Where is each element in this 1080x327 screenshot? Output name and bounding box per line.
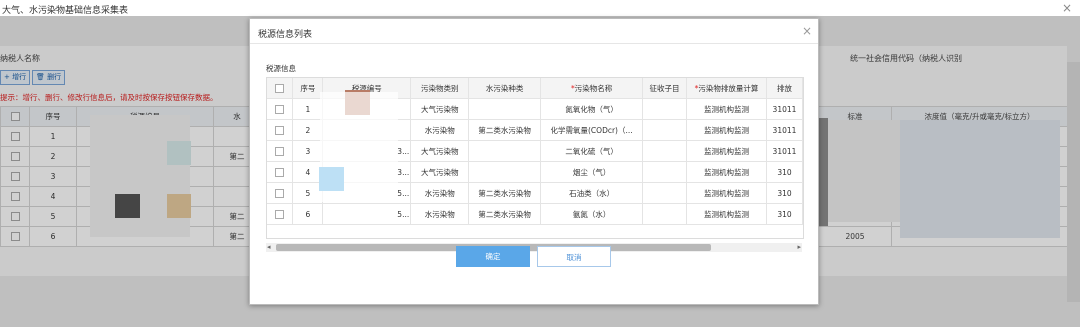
row-out: 310 xyxy=(766,203,803,225)
row-pollutant: 化学需氧量(CODcr)（... xyxy=(540,119,644,141)
table-row[interactable]: 6 5... 水污染物 第二类水污染物 氨氮（水） 监测机构监测 310 xyxy=(267,203,803,225)
row-checkbox[interactable] xyxy=(275,209,285,219)
row-sub-item xyxy=(642,119,687,141)
row-water-type: 第二类水污染物 xyxy=(468,119,542,141)
row-pollutant: 氮氧化物（气） xyxy=(540,98,644,120)
row-seq: 6 xyxy=(292,203,324,225)
row-sub-item xyxy=(642,140,687,162)
col-water-type: 水污染种类 xyxy=(468,78,542,99)
row-calc: 监测机构监测 xyxy=(686,182,767,204)
row-checkbox-cell[interactable] xyxy=(267,161,294,183)
row-water-type: 第二类水污染物 xyxy=(468,203,542,225)
col-category: 污染物类别 xyxy=(410,78,470,99)
row-calc: 监测机构监测 xyxy=(686,98,767,120)
cancel-button[interactable]: 取消 xyxy=(537,246,611,267)
row-pollutant: 二氧化硫（气） xyxy=(540,140,644,162)
row-checkbox[interactable] xyxy=(275,188,285,198)
row-out: 31011 xyxy=(766,140,803,162)
section-label: 税源信息 xyxy=(266,64,296,73)
window-close-icon[interactable]: × xyxy=(1062,1,1072,15)
row-checkbox-cell[interactable] xyxy=(267,98,294,120)
header-checkbox-cell[interactable] xyxy=(267,78,294,99)
modal-title: 税源信息列表 xyxy=(258,30,313,40)
col-calc: *污染物排放量计算 xyxy=(686,78,767,99)
row-checkbox[interactable] xyxy=(275,167,285,177)
row-pollutant: 石油类（水） xyxy=(540,182,644,204)
row-sub-item xyxy=(642,98,687,120)
row-sub-item xyxy=(642,203,687,225)
row-checkbox[interactable] xyxy=(275,125,285,135)
confirm-button[interactable]: 确定 xyxy=(456,246,530,267)
scroll-right-icon[interactable]: ▸ xyxy=(797,243,801,251)
row-category: 水污染物 xyxy=(410,182,470,204)
row-water-type: 第二类水污染物 xyxy=(468,182,542,204)
row-calc: 监测机构监测 xyxy=(686,140,767,162)
modal-divider xyxy=(250,43,818,44)
window-title-bar: 大气、水污染物基础信息采集表 × xyxy=(0,0,1080,16)
row-seq: 3 xyxy=(292,140,324,162)
horizontal-scrollbar[interactable]: ◂ ▸ xyxy=(266,243,802,252)
row-category: 水污染物 xyxy=(410,203,470,225)
row-category: 大气污染物 xyxy=(410,161,470,183)
row-checkbox-cell[interactable] xyxy=(267,182,294,204)
row-checkbox[interactable] xyxy=(275,104,285,114)
row-checkbox-cell[interactable] xyxy=(267,203,294,225)
row-checkbox-cell[interactable] xyxy=(267,140,294,162)
row-water-type xyxy=(468,161,542,183)
row-pollutant: 氨氮（水） xyxy=(540,203,644,225)
row-calc: 监测机构监测 xyxy=(686,203,767,225)
scroll-left-icon[interactable]: ◂ xyxy=(267,243,271,251)
row-sub-item xyxy=(642,161,687,183)
row-out: 310 xyxy=(766,161,803,183)
row-checkbox-cell[interactable] xyxy=(267,119,294,141)
row-calc: 监测机构监测 xyxy=(686,161,767,183)
row-calc: 监测机构监测 xyxy=(686,119,767,141)
row-category: 大气污染物 xyxy=(410,98,470,120)
col-seq: 序号 xyxy=(292,78,324,99)
row-water-type xyxy=(468,140,542,162)
row-out: 310 xyxy=(766,182,803,204)
row-out: 31011 xyxy=(766,119,803,141)
row-seq: 2 xyxy=(292,119,324,141)
row-code: 5... xyxy=(322,203,412,225)
row-sub-item xyxy=(642,182,687,204)
row-category: 大气污染物 xyxy=(410,140,470,162)
row-category: 水污染物 xyxy=(410,119,470,141)
row-pollutant: 烟尘（气） xyxy=(540,161,644,183)
row-out: 31011 xyxy=(766,98,803,120)
header-checkbox[interactable] xyxy=(275,83,285,93)
col-pollutant: *污染物名称 xyxy=(540,78,644,99)
row-seq: 1 xyxy=(292,98,324,120)
modal-close-icon[interactable]: × xyxy=(802,24,812,38)
redacted-block xyxy=(319,167,344,191)
col-sub-item: 征收子目 xyxy=(642,78,687,99)
row-checkbox[interactable] xyxy=(275,146,285,156)
col-out: 排放 xyxy=(766,78,803,99)
row-water-type xyxy=(468,98,542,120)
window-title: 大气、水污染物基础信息采集表 xyxy=(2,6,129,16)
